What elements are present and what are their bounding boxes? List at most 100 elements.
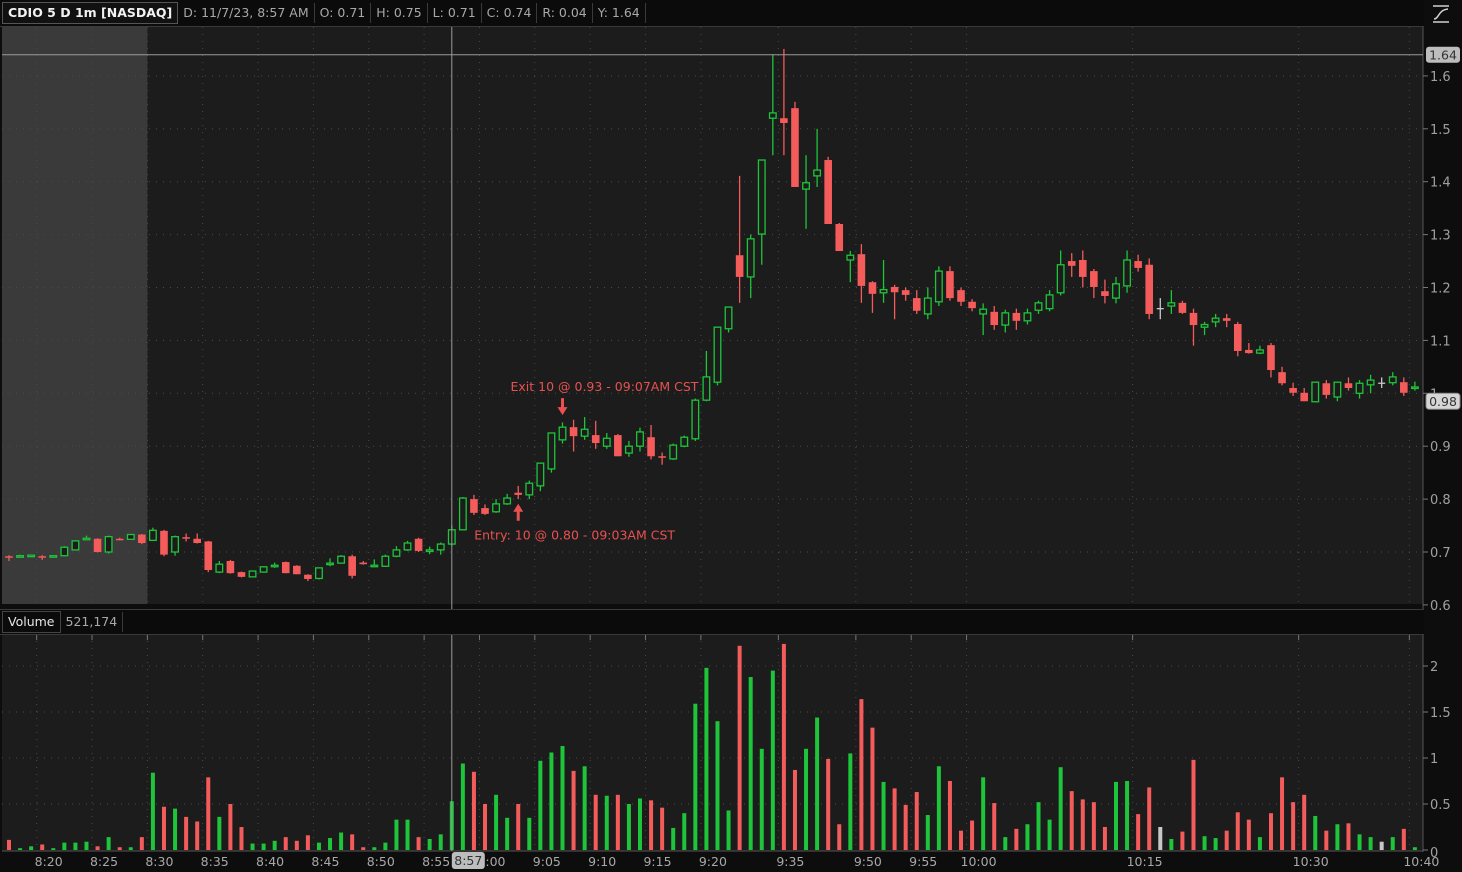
volume-bar [848, 753, 853, 850]
volume-bar [1379, 841, 1384, 850]
candle-body [171, 536, 179, 553]
candle [791, 101, 799, 187]
volume-bar [1080, 799, 1085, 850]
price-panel[interactable] [2, 27, 1423, 604]
volume-bar [173, 808, 178, 850]
price-tick-label: 0.9 [1430, 440, 1451, 455]
volume-bar [538, 760, 543, 850]
candle-body [713, 326, 722, 383]
candle-body [293, 565, 301, 575]
candle [27, 554, 36, 558]
candle [348, 554, 356, 579]
time-tick-label: 8:35 [201, 854, 229, 869]
chart-header: CDIO 5 D 1m [NASDAQ] D: 11/7/23, 8:57 AM… [0, 0, 1424, 27]
volume-bar [272, 840, 277, 850]
candle-body [614, 435, 622, 457]
drawing-style-icon[interactable] [1430, 3, 1452, 25]
candle-body [237, 572, 246, 577]
candle [547, 432, 556, 473]
volume-bar [1102, 827, 1107, 850]
candle-body [1344, 383, 1353, 389]
candle-body [680, 436, 689, 447]
candle-body [248, 570, 257, 578]
volume-bar [1114, 781, 1118, 850]
volume-bar [217, 816, 222, 850]
candle-body [846, 254, 855, 261]
candle-body [315, 567, 323, 580]
volume-bar [394, 819, 399, 850]
candle-body [813, 169, 822, 177]
volume-bar [150, 772, 155, 850]
candle-body [912, 298, 921, 311]
candle-body [1211, 317, 1220, 323]
candle-body [193, 538, 201, 544]
volume-bar [781, 643, 786, 850]
y-readout: Y: 1.64 [593, 3, 646, 23]
volume-bar [859, 699, 864, 850]
volume-bar [1069, 791, 1074, 850]
volume-bar [427, 838, 432, 850]
time-tick-label: 10:30 [1293, 854, 1329, 869]
candle [946, 266, 954, 301]
volume-bar [184, 816, 189, 850]
volume-bar [815, 717, 820, 850]
candle [293, 565, 301, 575]
symbol-label[interactable]: CDIO 5 D 1m [NASDAQ] [2, 2, 179, 24]
volume-bar [992, 803, 997, 850]
time-tick-label: 8:50 [367, 854, 395, 869]
candle-body [337, 555, 346, 564]
volume-bar [925, 815, 930, 850]
volume-bar [959, 830, 964, 850]
candle-body [38, 556, 47, 558]
candle [259, 566, 268, 573]
time-tick-label: 9:20 [699, 854, 727, 869]
entry-annotation: Entry: 10 @ 0.80 - 09:03AM CST [474, 528, 675, 543]
time-tick-label: 9:35 [776, 854, 804, 869]
candle-body [580, 428, 589, 437]
price-tick-label: 1.4 [1430, 176, 1451, 191]
candle-body [160, 530, 168, 555]
volume-bar [903, 804, 908, 850]
chart-canvas[interactable]: 0.60.70.80.911.11.21.31.41.51.600.511.52… [0, 0, 1462, 872]
candle-body [148, 529, 157, 542]
candle-body [525, 482, 534, 496]
volume-bar [1280, 777, 1285, 850]
volume-bar [947, 781, 952, 850]
volume-label[interactable]: Volume [2, 611, 61, 633]
time-tick-label: 9:10 [588, 854, 616, 869]
candle-body [879, 288, 888, 294]
candle-body [182, 537, 190, 539]
volume-bar [1268, 813, 1273, 850]
volume-bar [1014, 828, 1019, 850]
candle-body [1355, 382, 1364, 394]
volume-bar [40, 844, 45, 850]
volume-bar [881, 781, 886, 850]
volume-bar [1412, 847, 1417, 850]
volume-bar [128, 847, 133, 850]
time-tick-label: 10:40 [1403, 854, 1439, 869]
volume-header: Volume 521,174 [0, 609, 1424, 635]
volume-bar [328, 838, 333, 850]
volume-bar [1390, 837, 1395, 850]
candle-body [414, 538, 423, 551]
volume-bar [261, 843, 266, 850]
volume-bar [649, 800, 654, 850]
candle-body [1233, 324, 1242, 351]
volume-panel[interactable] [2, 634, 1423, 851]
volume-bar [914, 792, 919, 850]
candle-body [1400, 382, 1408, 393]
volume-bar [1335, 824, 1340, 850]
candle-body [503, 497, 512, 505]
time-tick-label: 8:25 [90, 854, 118, 869]
volume-bar [1180, 831, 1185, 850]
candle-body [636, 431, 644, 447]
candle-body [1045, 294, 1054, 310]
candle-body [835, 224, 844, 251]
candle-body [1200, 323, 1209, 328]
volume-bar [671, 827, 676, 850]
candle-body [1222, 318, 1231, 321]
candle [126, 533, 135, 540]
candle-body [591, 435, 600, 444]
candle [71, 540, 80, 551]
candle-body [647, 437, 655, 457]
